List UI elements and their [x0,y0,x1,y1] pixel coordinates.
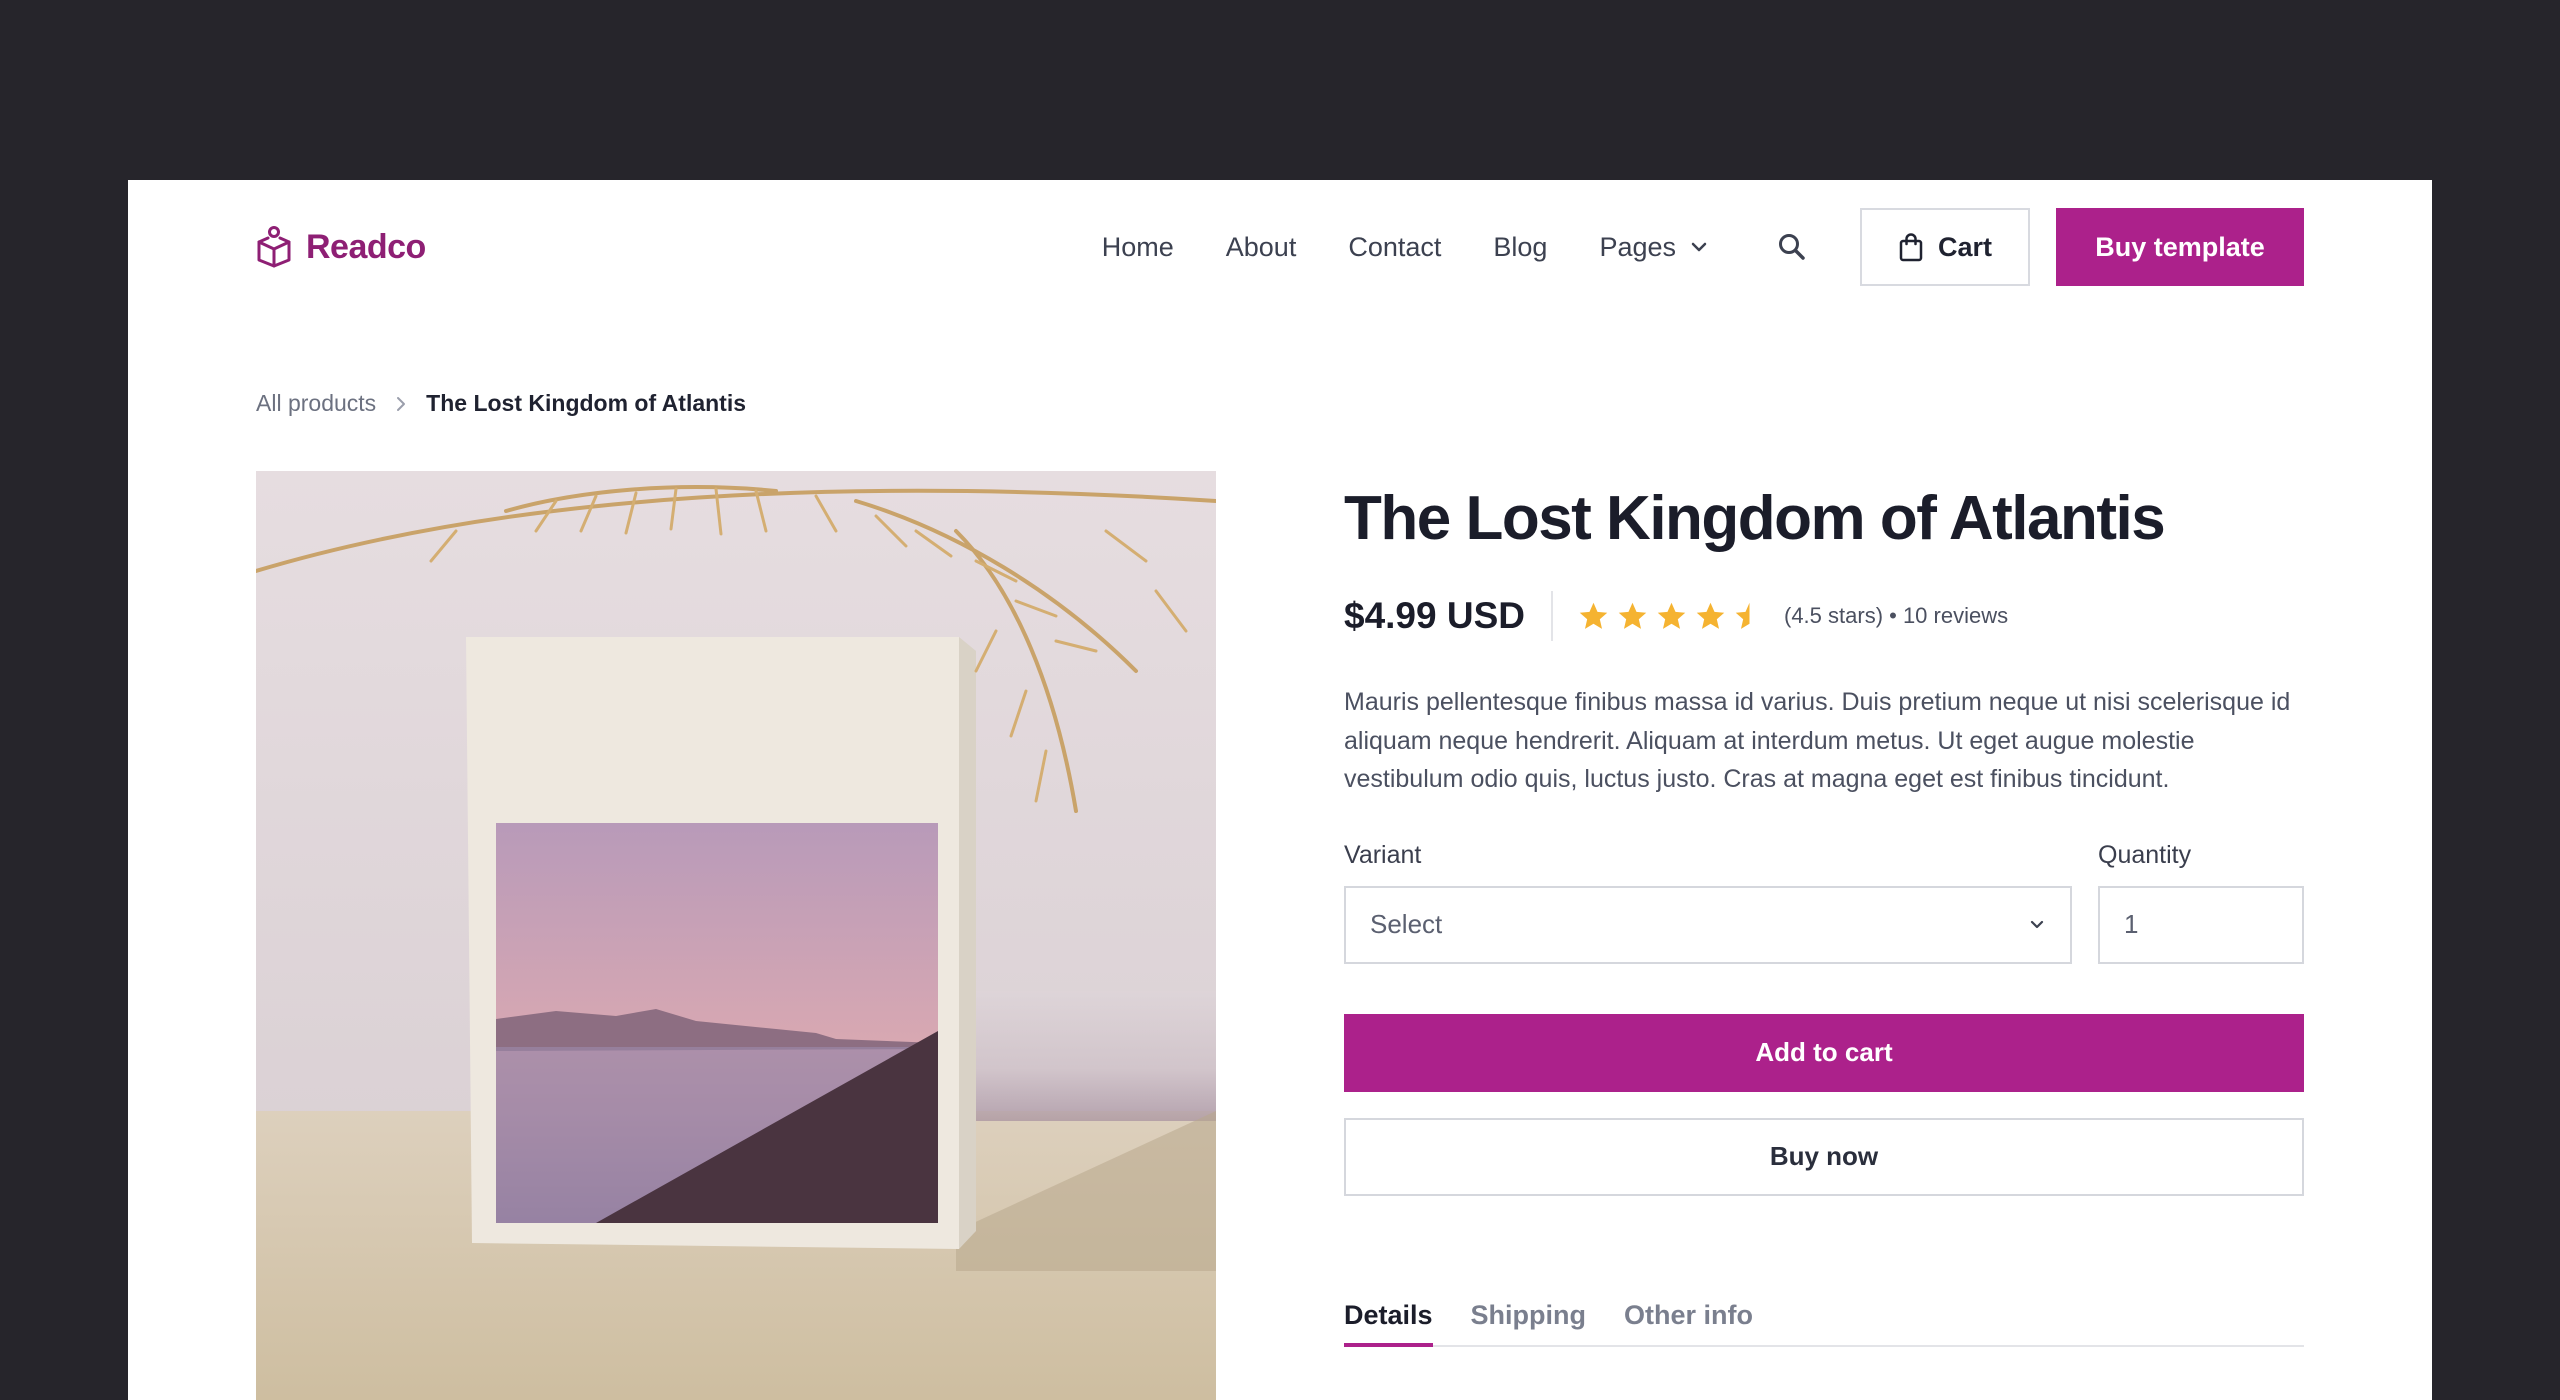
shopping-bag-icon [1899,233,1923,262]
product-details: The Lost Kingdom of Atlantis $4.99 USD (… [1344,471,2304,1347]
options-row: Variant Select Quantity [1344,841,2304,964]
product-description: Mauris pellentesque finibus massa id var… [1344,688,2291,793]
book-box-icon [257,226,291,268]
search-button[interactable] [1774,229,1810,265]
add-to-cart-button[interactable]: Add to cart [1344,1013,2304,1092]
product-tabs: Details Shipping Other info [1344,1300,2304,1347]
product-image [256,471,1216,1400]
chevron-down-icon [2030,920,2044,928]
nav-home-link[interactable]: Home [1102,232,1174,263]
product-title: The Lost Kingdom of Atlantis [1344,484,2166,553]
nav-blog-link[interactable]: Blog [1493,232,1547,263]
tab-details[interactable]: Details [1344,1300,1433,1347]
cart-label: Cart [1937,231,1992,262]
quantity-field-group: Quantity [2098,841,2304,964]
chevron-right-icon [397,396,406,411]
brand-name: Readco [306,227,426,266]
star-icon [1657,602,1686,629]
brand-logo[interactable]: Readco [256,226,426,268]
tab-shipping[interactable]: Shipping [1471,1300,1586,1345]
variant-select[interactable]: Select [1344,885,2072,964]
tab-other-info[interactable]: Other info [1624,1300,1753,1345]
nav-about-link[interactable]: About [1226,232,1297,263]
rating-summary: (4.5 stars) • 10 reviews [1784,603,2009,628]
cart-button[interactable]: Cart [1860,208,2030,286]
variant-select-value: Select [1370,909,1443,939]
main-nav: Home About Contact Blog Pages Cart Buy t… [1102,208,2304,286]
product-photo [256,471,1216,1400]
nav-pages-label: Pages [1599,231,1676,262]
star-icon [1579,602,1608,629]
star-icon [1618,602,1647,629]
chevron-down-icon [1691,242,1707,252]
breadcrumb-all-products-link[interactable]: All products [256,390,376,417]
nav-pages-dropdown[interactable]: Pages [1599,232,1708,263]
divider [1551,591,1553,641]
quantity-input[interactable] [2098,885,2304,964]
product-price: $4.99 USD [1344,595,1525,636]
search-icon [1779,234,1805,260]
page-container: Readco Home About Contact Blog Pages Car… [128,180,2432,1400]
star-half-icon [1735,602,1764,629]
site-header: Readco Home About Contact Blog Pages Car… [256,208,2304,286]
nav-contact-link[interactable]: Contact [1348,232,1441,263]
quantity-label: Quantity [2098,840,2192,869]
breadcrumb: All products The Lost Kingdom of Atlanti… [256,390,746,417]
buy-template-button[interactable]: Buy template [2056,208,2304,286]
buy-now-button[interactable]: Buy now [1344,1117,2304,1196]
star-icon [1696,602,1725,629]
breadcrumb-current: The Lost Kingdom of Atlantis [426,390,747,416]
variant-label: Variant [1344,840,1422,869]
price-rating-row: $4.99 USD (4.5 stars) • 10 reviews [1344,591,2304,641]
variant-field-group: Variant Select [1344,841,2072,964]
star-rating [1577,600,1766,633]
